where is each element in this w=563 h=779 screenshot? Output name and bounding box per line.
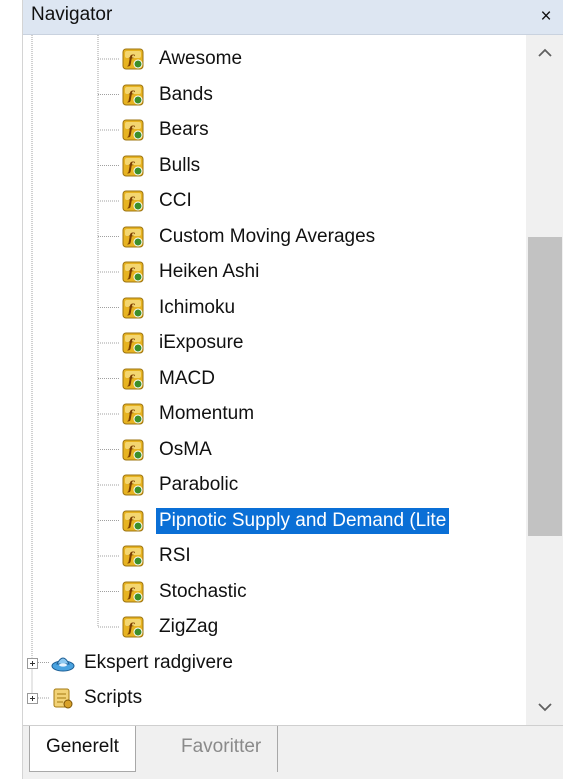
indicator-function-icon: f	[122, 226, 144, 248]
tree-item-label: OsMA	[159, 438, 212, 460]
vertical-scrollbar[interactable]	[526, 35, 563, 725]
indicator-function-icon: f	[122, 297, 144, 319]
tree-item-indicator[interactable]: f MACD	[23, 361, 526, 397]
tree-item-indicator[interactable]: f Pipnotic Supply and Demand (Lite	[23, 503, 526, 539]
tree-item-indicator[interactable]: f OsMA	[23, 432, 526, 468]
indicator-function-icon: f	[122, 190, 144, 212]
scroll-up-button[interactable]	[526, 35, 563, 69]
indicator-function-icon: f	[122, 332, 144, 354]
indicator-function-icon: f	[122, 439, 144, 461]
tree-item-label: Parabolic	[159, 474, 239, 495]
scroll-down-button[interactable]	[526, 691, 563, 725]
navigator-tree: f Awesome f Bands f Bears f Bulls f CCI f Custom Mo…	[23, 35, 526, 725]
tree-item-indicator[interactable]: f Parabolic	[23, 467, 526, 503]
tree-item-indicator[interactable]: f iExposure	[23, 325, 526, 361]
close-icon[interactable]: ×	[534, 5, 558, 29]
tree-item-indicator[interactable]: f Stochastic	[23, 574, 526, 610]
tree-item-indicator[interactable]: f RSI	[23, 538, 526, 574]
indicator-function-icon: f	[122, 84, 144, 106]
expand-plus-icon[interactable]	[27, 693, 38, 704]
tree-item-label: Ichimoku	[159, 296, 236, 318]
tree-item-indicator[interactable]: f CCI	[23, 183, 526, 219]
navigator-title: Navigator	[31, 4, 113, 25]
navigator-titlebar: Navigator ×	[23, 0, 563, 35]
tree-item-label: Bulls	[159, 154, 201, 176]
tree-item-label: MACD	[159, 367, 215, 389]
indicator-function-icon: f	[122, 616, 144, 638]
tree-item-label: CCI	[159, 190, 192, 211]
tree-item-label: RSI	[159, 545, 191, 566]
expert-advisors-icon	[51, 652, 75, 674]
tree-item-indicator[interactable]: f Bears	[23, 112, 526, 148]
tree-item-folder[interactable]: Ekspert radgivere	[23, 645, 526, 681]
tab-generelt[interactable]: Generelt	[29, 726, 136, 772]
tree-item-label: Momentum	[159, 403, 255, 424]
tree-item-indicator[interactable]: f Momentum	[23, 396, 526, 432]
tree-item-label: Scripts	[84, 687, 143, 708]
tree-item-label: Ekspert radgivere	[84, 651, 233, 673]
indicator-function-icon: f	[122, 261, 144, 283]
indicator-function-icon: f	[122, 474, 144, 496]
tree-item-indicator[interactable]: f Bands	[23, 77, 526, 113]
chevron-down-icon	[538, 703, 552, 712]
tree-item-label: Stochastic	[159, 580, 247, 602]
indicator-function-icon: f	[122, 48, 144, 70]
scripts-icon	[51, 687, 73, 709]
indicator-function-icon: f	[122, 545, 144, 567]
navigator-panel: Navigator × f Awesome f Bands f Bears f Bulls f C…	[22, 0, 563, 779]
tree-item-label: Bands	[159, 83, 213, 105]
tree-item-label: ZigZag	[159, 616, 219, 637]
navigator-tabbar: Generelt Favoritter	[23, 725, 563, 779]
tree-item-label: Pipnotic Supply and Demand (Lite	[156, 507, 450, 534]
indicator-function-icon: f	[122, 119, 144, 141]
chevron-up-icon	[538, 48, 552, 57]
tree-item-folder[interactable]: Scripts	[23, 680, 526, 716]
tree-item-label: Custom Moving Averages	[159, 225, 376, 247]
tree-item-indicator[interactable]: f Custom Moving Averages	[23, 219, 526, 255]
tree-item-indicator[interactable]: f Ichimoku	[23, 290, 526, 326]
scrollbar-thumb[interactable]	[528, 237, 562, 536]
tree-item-label: iExposure	[159, 332, 244, 353]
tree-item-indicator[interactable]: f Heiken Ashi	[23, 254, 526, 290]
indicator-function-icon: f	[122, 581, 144, 603]
tree-item-label: Heiken Ashi	[159, 261, 260, 282]
tree-item-label: Awesome	[159, 48, 243, 69]
indicator-function-icon: f	[122, 155, 144, 177]
tree-item-indicator[interactable]: f ZigZag	[23, 609, 526, 645]
tree-item-indicator[interactable]: f Bulls	[23, 148, 526, 184]
tree-item-label: Bears	[159, 119, 209, 140]
indicator-function-icon: f	[122, 510, 144, 532]
expand-plus-icon[interactable]	[27, 657, 38, 669]
tab-favoritter[interactable]: Favoritter	[165, 726, 279, 772]
indicator-function-icon: f	[122, 368, 144, 390]
indicator-function-icon: f	[122, 403, 144, 425]
tree-item-indicator[interactable]: f Awesome	[23, 41, 526, 77]
